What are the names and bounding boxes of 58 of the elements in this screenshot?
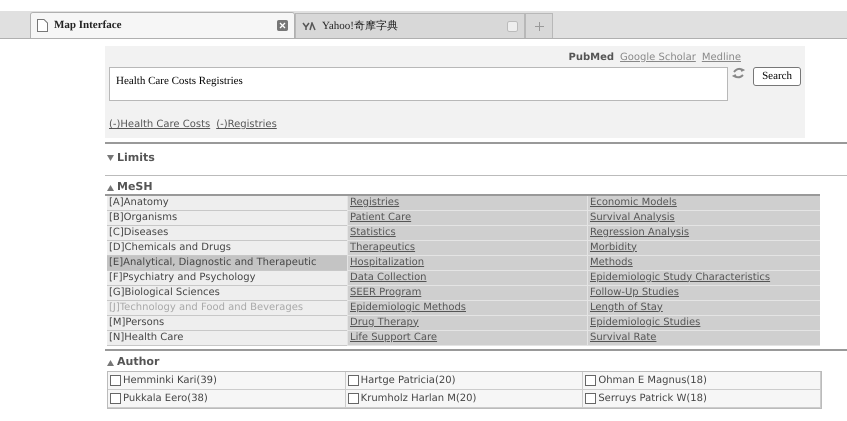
- term-link[interactable]: Regression Analysis: [590, 226, 690, 238]
- term-link[interactable]: Hospitalization: [350, 256, 424, 268]
- checkbox[interactable]: [585, 392, 596, 404]
- search-field[interactable]: Health Care Costs Registries: [109, 67, 728, 101]
- section-title: Limits: [117, 150, 155, 166]
- category-cell[interactable]: [E]Analytical, Diagnostic and Therapeutic: [107, 256, 347, 270]
- term-link[interactable]: Morbidity: [590, 242, 637, 252]
- term-link[interactable]: Survival Rate: [590, 332, 656, 342]
- search-button[interactable]: Search: [753, 67, 801, 86]
- checkbox[interactable]: [348, 374, 359, 386]
- source-link[interactable]: PubMed: [568, 50, 614, 64]
- category-cell[interactable]: [G]Biological Sciences: [107, 286, 347, 300]
- term-link[interactable]: SEER Program: [350, 286, 422, 298]
- term-link[interactable]: Patient Care: [350, 212, 412, 222]
- source-link[interactable]: Medline: [702, 50, 741, 64]
- author-label: Ohman E Magnus(18): [598, 374, 707, 388]
- page-icon: [37, 19, 48, 32]
- collapse-icon[interactable]: [107, 360, 114, 366]
- term-link[interactable]: Therapeutics: [350, 242, 416, 252]
- author-label: Serruys Patrick W(18): [598, 392, 707, 406]
- term-link[interactable]: Life Support Care: [350, 332, 438, 342]
- category-cell[interactable]: [N]Health Care: [107, 330, 347, 346]
- term-link[interactable]: Survival Analysis: [590, 212, 675, 222]
- category-cell[interactable]: [A]Anatomy: [107, 196, 347, 210]
- term-link[interactable]: Epidemiologic Study Characteristics: [590, 272, 770, 282]
- plus-icon: [534, 22, 544, 30]
- term-link[interactable]: Methods: [590, 256, 633, 268]
- browser-tab[interactable]: Map Interface: [30, 12, 295, 38]
- term-link[interactable]: (-)Health Care Costs: [109, 117, 210, 132]
- category-cell[interactable]: [F]Psychiatry and Psychology: [107, 270, 347, 286]
- checkbox[interactable]: [348, 392, 359, 404]
- checkbox[interactable]: [110, 374, 121, 386]
- section-title: Author: [117, 354, 160, 370]
- term-link[interactable]: Drug Therapy: [350, 316, 419, 328]
- category-cell[interactable]: [D]Chemicals and Drugs: [107, 240, 347, 256]
- term-link[interactable]: Economic Models: [590, 196, 677, 208]
- author-label: Hemminki Kari(39): [123, 374, 217, 388]
- checkbox[interactable]: [585, 374, 596, 386]
- checkbox[interactable]: [110, 392, 121, 404]
- site-icon: [302, 22, 316, 30]
- category-cell[interactable]: [M]Persons: [107, 316, 347, 330]
- term-link[interactable]: Data Collection: [350, 272, 427, 282]
- term-link[interactable]: Follow-Up Studies: [590, 286, 679, 298]
- refresh-icon[interactable]: [732, 67, 746, 79]
- section-title: MeSH: [117, 179, 153, 196]
- term-link[interactable]: Epidemiologic Studies: [590, 316, 700, 328]
- collapse-icon[interactable]: [107, 184, 114, 190]
- source-link[interactable]: Google Scholar: [620, 50, 696, 64]
- category-cell[interactable]: [C]Diseases: [107, 226, 347, 240]
- term-link[interactable]: Statistics: [350, 226, 396, 238]
- expand-icon[interactable]: [107, 155, 114, 162]
- author-label: Krumholz Harlan M(20): [360, 392, 476, 406]
- term-link[interactable]: (-)Registries: [216, 117, 277, 132]
- term-link[interactable]: Registries: [350, 196, 400, 208]
- author-label: Hartge Patricia(20): [360, 374, 456, 388]
- category-cell[interactable]: [B]Organisms: [107, 210, 347, 226]
- browser-tab[interactable]: Yahoo!奇摩字典: [295, 13, 525, 38]
- author-label: Pukkala Eero(38): [123, 392, 208, 406]
